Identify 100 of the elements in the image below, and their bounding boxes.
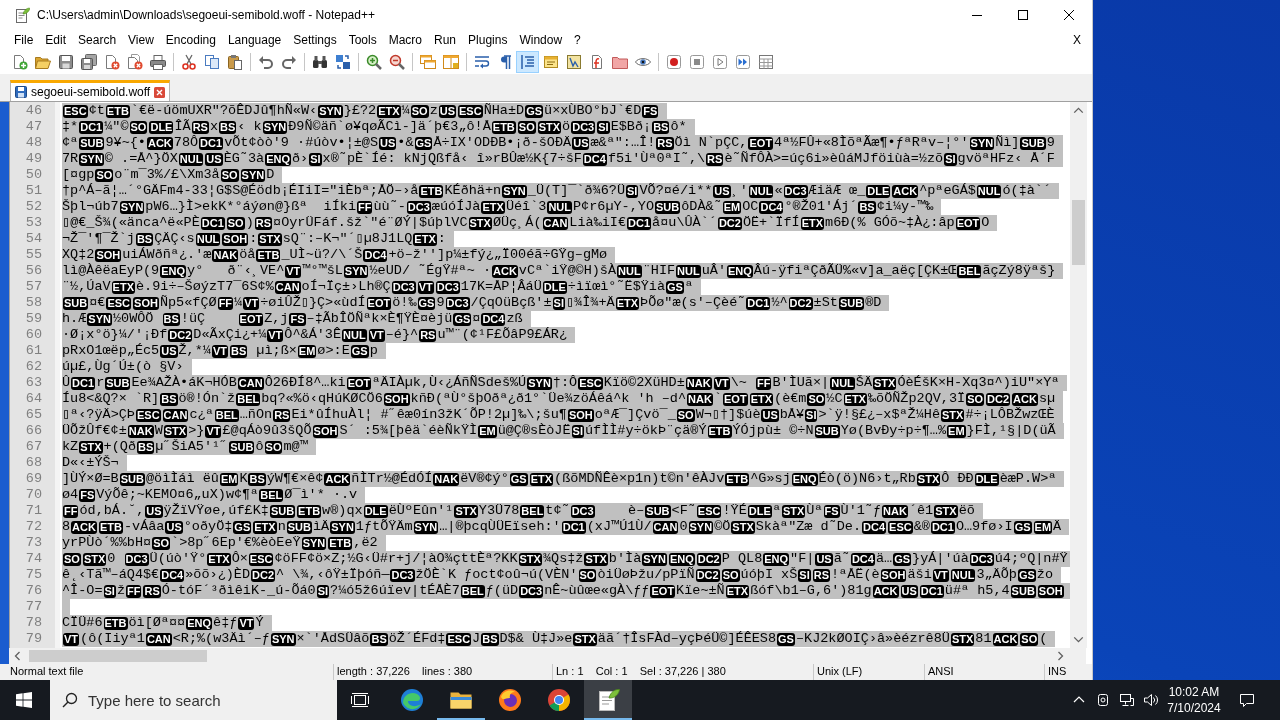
control-code: FF	[126, 584, 142, 598]
line-number: 76	[24, 583, 43, 599]
control-code: EOT	[723, 392, 748, 406]
control-code: DC1	[199, 136, 224, 150]
line-number: 46	[24, 103, 43, 119]
search-field[interactable]: Type here to search	[50, 680, 337, 720]
code-text: ãçZý8ÿªš}	[982, 263, 1056, 279]
code-text: CÏÜ#6	[62, 615, 103, 631]
code-text: (	[1039, 631, 1048, 647]
control-code: DC1	[930, 520, 955, 534]
control-code: SOH	[222, 232, 249, 246]
control-code: BEL	[520, 504, 545, 518]
control-code: DC2	[717, 216, 742, 230]
code-text: z	[429, 103, 438, 119]
line-number: 59	[24, 311, 43, 327]
control-code: DC4	[160, 568, 185, 582]
taskbar-app-button[interactable]	[584, 680, 632, 720]
control-code: STX	[934, 504, 958, 518]
code-text: 17K=ÅP¦ÂáÜ	[460, 279, 542, 295]
control-code: US	[713, 184, 731, 198]
code-text: zß	[506, 311, 523, 327]
code-text: µì;ß×	[255, 343, 297, 359]
code-text: äã´†ÎsFÀd–yçÞéÜ©]ÉÊES8	[597, 631, 777, 647]
scrollbar-thumb[interactable]	[29, 650, 207, 662]
menu-item[interactable]: View	[122, 30, 160, 50]
control-code: ETB	[103, 616, 128, 630]
menu-item[interactable]: Macro	[382, 30, 428, 50]
menu-item[interactable]: Search	[72, 30, 123, 50]
menu-item[interactable]: Run	[428, 30, 463, 50]
code-text: è˜ÑfÔÀ>=úç6i»èûáMJföiùà=½zõ	[724, 151, 944, 167]
menu-item[interactable]: Language	[221, 30, 288, 50]
code-text: 3„ÄÕþ	[976, 567, 1017, 583]
control-code: SI	[944, 152, 957, 166]
clock-button[interactable]: 10:02 AM 7/10/2024	[1163, 680, 1225, 720]
code-text: p	[369, 343, 378, 359]
scrollbar-thumb[interactable]	[1072, 200, 1085, 265]
control-code: SI	[309, 152, 322, 166]
code-text: ·Ø¡x°ö}¼/'¡Ðf	[62, 327, 168, 343]
undo-arrow-icon	[257, 54, 274, 70]
control-code: DC3	[391, 280, 416, 294]
code-text: ªÄIÀµk,Ù‹¿ÁñÑSdeš%Ú	[372, 375, 527, 391]
control-code: NUL	[976, 184, 1002, 198]
control-code: DLE	[974, 472, 999, 486]
control-code: DC1	[200, 216, 225, 230]
code-text: úµ£,Ùg´Ú±(ò §V›	[62, 359, 184, 375]
control-code: ESC	[578, 376, 603, 390]
menu-item[interactable]: Encoding	[159, 30, 222, 50]
pages-icon	[203, 54, 220, 70]
control-code: SUB	[105, 376, 131, 390]
code-text: •&	[397, 135, 414, 151]
code-text: ¢ª	[62, 135, 79, 151]
control-code: SO	[129, 120, 148, 134]
control-code: ESC	[135, 408, 161, 422]
menu-item[interactable]: Window	[513, 30, 569, 50]
code-text: ]ÙÝ×Ø=B	[62, 471, 119, 487]
code-text: ø>:E	[317, 343, 350, 359]
code-text: ØÜç¸Á(	[492, 215, 542, 231]
code-text: ü#ª h5,4	[944, 583, 1010, 599]
magnifier-minus-icon	[388, 54, 405, 70]
file-tab[interactable]: segoeui-semibold.woff	[10, 80, 171, 101]
menu-item[interactable]: Settings	[287, 30, 343, 50]
code-text: ¤	[472, 311, 481, 327]
code-text: _UÌ~ü?/\´Š	[281, 247, 363, 263]
code-text: ÖË+`ÏfÍ	[742, 215, 800, 231]
control-code: STX	[731, 520, 755, 534]
menu-item[interactable]: Plugins	[462, 30, 514, 50]
indent-guide-button[interactable]	[516, 51, 539, 73]
control-code: ETB	[256, 248, 281, 262]
control-code: DC2	[696, 552, 721, 566]
clipboard-icon	[226, 54, 243, 70]
code-text: ŠÄ	[855, 375, 872, 391]
control-code: CAN	[274, 280, 301, 294]
code-text: m6Ð(% GÓõ~‡À¿:âp	[825, 215, 955, 231]
code-text: 78Ô	[173, 135, 199, 151]
code-text: ^ \¾,‹ôŸ±Ïþóñ—	[276, 567, 390, 583]
code-text: …|®þcqÙÜEïseh:'	[439, 519, 561, 535]
code-text: sQ¨:–K¬"´▯µ8J1LQ	[282, 231, 413, 247]
menu-item[interactable]: ?	[568, 30, 587, 50]
code-text: [¤gp	[62, 167, 95, 183]
control-code: RS	[706, 152, 724, 166]
code-text: pW6…}Ì>ekK*°áýøn@}ßª iÍki	[145, 199, 356, 215]
vertical-scrollbar[interactable]	[1070, 102, 1087, 648]
menu-item[interactable]: Edit	[39, 30, 73, 50]
control-code: ETB	[98, 520, 123, 534]
close-document-button[interactable]: X	[1067, 30, 1087, 50]
menu-item[interactable]: Tools	[342, 30, 383, 50]
line-number: 55	[24, 247, 43, 263]
code-text: öå	[239, 247, 256, 263]
close-icon[interactable]	[154, 86, 166, 98]
control-code: ENQ	[668, 552, 695, 566]
code-text: O	[981, 215, 990, 231]
line-number: 74	[24, 551, 43, 567]
control-code: SOH	[95, 248, 122, 262]
control-code: NAK	[685, 376, 712, 390]
control-code: ETX	[377, 104, 401, 118]
control-code: EM	[219, 472, 239, 486]
control-code: ENQ	[791, 472, 818, 486]
line-number: 52	[24, 199, 43, 215]
menu-item[interactable]: File	[8, 30, 40, 50]
control-code: SYN	[688, 520, 714, 534]
